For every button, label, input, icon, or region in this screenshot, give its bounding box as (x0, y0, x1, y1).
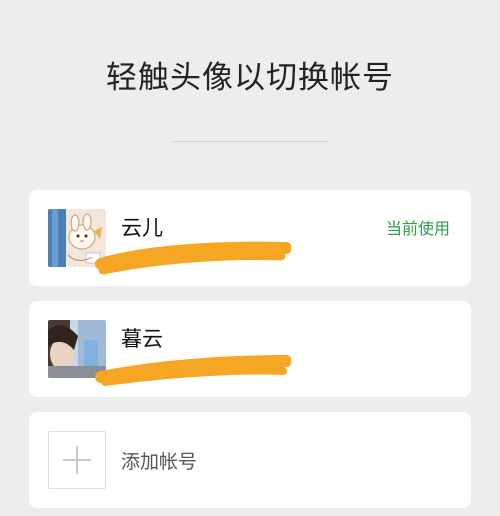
account-card-1[interactable]: 云儿 当前使用 (29, 190, 471, 286)
add-account-button[interactable] (48, 431, 106, 489)
redaction-scribble (95, 355, 291, 386)
add-account-label: 添加帐号 (121, 451, 198, 473)
current-account-badge: 当前使用 (385, 219, 450, 238)
page-title: 轻触头像以切换帐号 (106, 60, 394, 96)
account-card-2[interactable]: 暮云 (29, 301, 471, 397)
redaction-scribble (95, 241, 291, 275)
divider (173, 141, 328, 142)
add-account-card[interactable]: 添加帐号 (29, 412, 471, 508)
plus-icon (63, 446, 91, 474)
